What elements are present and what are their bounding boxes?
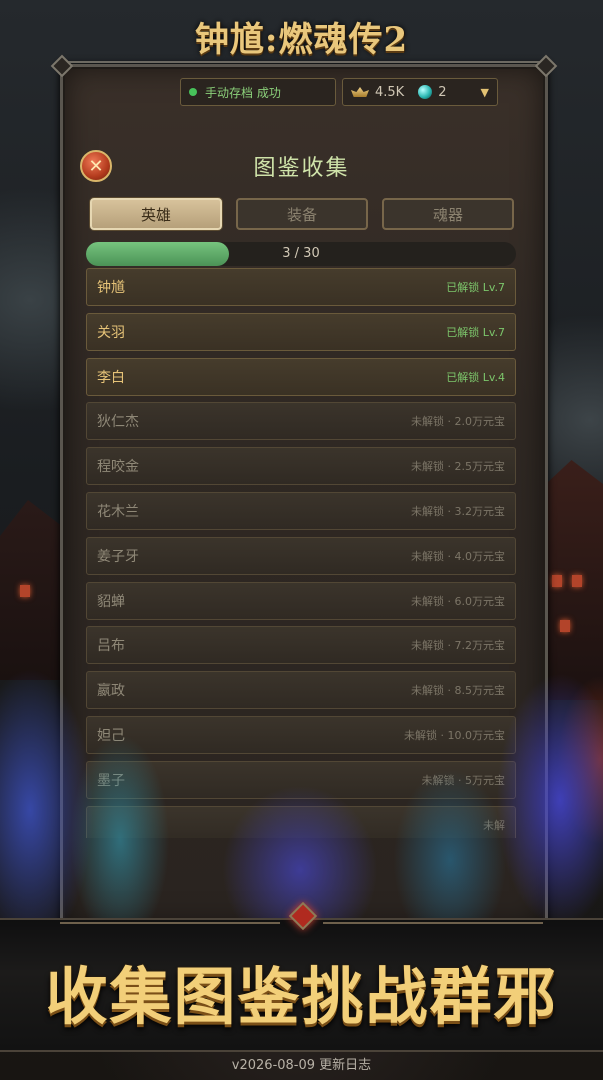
- hero-unlock-status: 未解锁 · 4.0万元宝: [411, 549, 505, 563]
- tab-soul-artifacts[interactable]: 魂器: [382, 198, 514, 230]
- hero-unlock-status: 未解锁 · 6.0万元宝: [411, 594, 505, 608]
- tab-equipment[interactable]: 装备: [236, 198, 368, 230]
- currency-bar[interactable]: 4.5K 2 ▼: [342, 78, 498, 106]
- tab-heroes[interactable]: 英雄: [90, 198, 222, 230]
- progress-text: 3 / 30: [282, 246, 320, 261]
- hero-unlock-status: 未解锁 · 2.0万元宝: [411, 415, 505, 429]
- hero-name: 姜子牙: [97, 548, 139, 565]
- hero-entry-row[interactable]: 貂蝉 未解锁 · 6.0万元宝: [86, 581, 516, 620]
- hero-unlock-status: 已解锁 Lv.4: [446, 370, 505, 384]
- hero-unlock-status: 未解锁 · 3.2万元宝: [411, 505, 505, 518]
- lit-window: [552, 575, 562, 587]
- hero-entry-row[interactable]: 姜子牙 未解锁 · 4.0万元宝: [86, 536, 516, 575]
- hero-entry-row[interactable]: 花木兰 未解锁 · 3.2万元宝: [86, 492, 516, 530]
- version-changelog-link[interactable]: v2026-08-09 更新日志: [0, 1054, 603, 1073]
- lit-window: [572, 575, 582, 587]
- gold-amount: 4.5K: [375, 84, 405, 100]
- hero-name: 李白: [97, 369, 125, 386]
- hero-name: 钟馗: [97, 280, 125, 296]
- collection-progress-bar: 3 / 30: [86, 242, 516, 266]
- hero-name: 关羽: [97, 324, 125, 341]
- dropdown-arrow-icon[interactable]: ▼: [481, 86, 489, 99]
- hero-name: 貂蝉: [97, 593, 125, 610]
- hero-unlock-status: 未解锁 · 2.5万元宝: [411, 460, 505, 474]
- hero-entry-row[interactable]: 李白 已解锁 Lv.4: [86, 357, 516, 396]
- lit-window: [20, 585, 30, 597]
- status-dot-icon: [189, 88, 197, 96]
- game-logo: 钟馗:燃魂传2: [194, 20, 409, 60]
- hero-unlock-status: 已解锁 Lv.7: [446, 325, 505, 339]
- panel-title: 图鉴收集: [253, 156, 350, 181]
- ghost-fire-overlay: [0, 620, 603, 930]
- hero-name: 花木兰: [97, 504, 139, 520]
- hero-entry-row[interactable]: 程咬金 未解锁 · 2.5万元宝: [86, 447, 516, 486]
- promo-slogan: 收集图鉴挑战群邪: [45, 960, 558, 1033]
- hero-entry-row[interactable]: 关羽 已解锁 Lv.7: [86, 312, 516, 351]
- gem-amount: 2: [438, 84, 447, 100]
- jade-gem-icon: [418, 85, 433, 99]
- hero-name: 程咬金: [97, 459, 139, 476]
- banner-rule: [323, 922, 543, 924]
- save-status-text: 手动存档 成功: [205, 85, 281, 100]
- hero-unlock-status: 已解锁 Lv.7: [446, 281, 505, 294]
- gold-ingot-icon: [351, 87, 369, 97]
- hero-entry-row[interactable]: 钟馗 已解锁 Lv.7: [86, 268, 516, 306]
- banner-rule: [60, 922, 280, 924]
- hero-name: 狄仁杰: [97, 414, 139, 431]
- save-status: 手动存档 成功: [180, 78, 336, 106]
- hero-entry-row[interactable]: 狄仁杰 未解锁 · 2.0万元宝: [86, 402, 516, 441]
